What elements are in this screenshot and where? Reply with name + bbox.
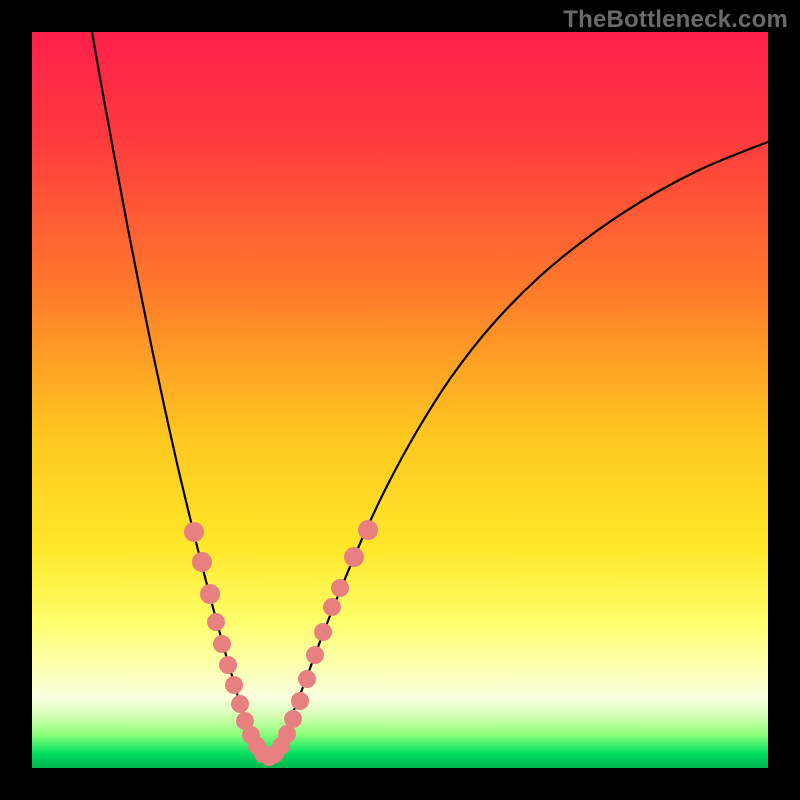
plot-area xyxy=(32,32,768,768)
marker-19 xyxy=(306,646,324,664)
chart-svg xyxy=(32,32,768,768)
marker-3 xyxy=(207,613,225,631)
marker-16 xyxy=(284,710,302,728)
marker-4 xyxy=(213,635,231,653)
gradient-background xyxy=(32,32,768,768)
marker-2 xyxy=(200,584,220,604)
marker-23 xyxy=(344,547,364,567)
marker-21 xyxy=(323,598,341,616)
marker-22 xyxy=(331,579,349,597)
chart-frame: TheBottleneck.com xyxy=(0,0,800,800)
marker-24 xyxy=(358,520,378,540)
marker-5 xyxy=(219,656,237,674)
marker-18 xyxy=(298,670,316,688)
watermark-text: TheBottleneck.com xyxy=(563,6,788,34)
marker-7 xyxy=(231,695,249,713)
marker-17 xyxy=(291,692,309,710)
marker-0 xyxy=(184,522,204,542)
marker-1 xyxy=(192,552,212,572)
marker-20 xyxy=(314,623,332,641)
marker-6 xyxy=(225,676,243,694)
